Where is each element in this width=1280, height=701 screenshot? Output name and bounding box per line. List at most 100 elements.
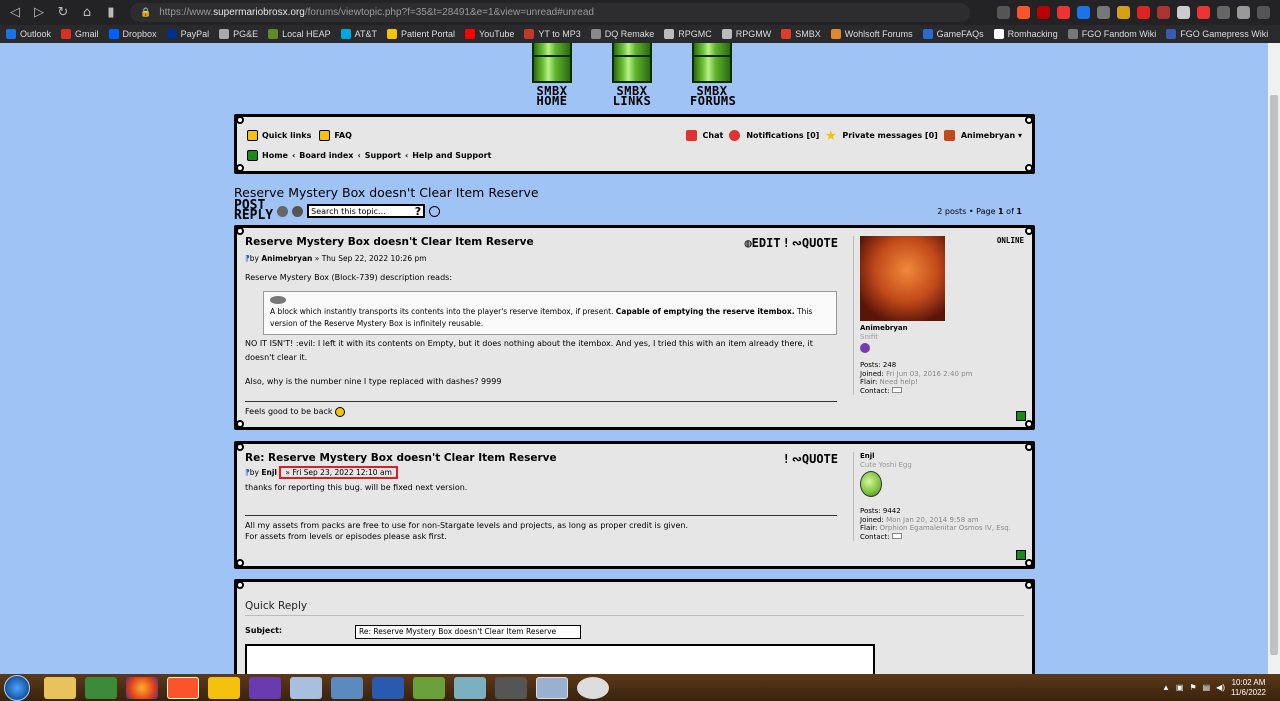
puzzle-icon[interactable] <box>1237 6 1250 19</box>
extension-icon[interactable] <box>1097 6 1110 19</box>
flag-icon[interactable]: ⚑ <box>1189 683 1196 692</box>
bookmark-icon[interactable]: ▮ <box>102 4 120 22</box>
tray-icon[interactable]: ▣ <box>1176 683 1184 692</box>
quote-button[interactable]: ∾QUOTE <box>792 236 838 250</box>
scrollbar-thumb[interactable] <box>1270 95 1278 655</box>
extension-icon[interactable] <box>1077 6 1090 19</box>
search-icon[interactable]: ? <box>415 205 423 218</box>
ublock-icon[interactable] <box>1037 6 1050 19</box>
breadcrumb-help[interactable]: Help and Support <box>412 151 491 160</box>
bookmark-item[interactable]: GameFAQs <box>922 29 984 39</box>
bookmark-item[interactable]: Local HEAP <box>268 29 331 39</box>
extension-icon[interactable] <box>1057 6 1070 19</box>
extension-icon[interactable] <box>1177 6 1190 19</box>
paint-icon[interactable] <box>536 676 568 699</box>
bookmark-item[interactable]: Wohlsoft Forums <box>830 29 913 39</box>
bookmark-item[interactable]: FGO Gamepress Wiki <box>1166 29 1268 39</box>
profile-name[interactable]: Animebryan <box>860 324 1029 333</box>
bookmark-item[interactable]: RPGMW <box>721 29 771 39</box>
clock-app-icon[interactable] <box>577 676 609 699</box>
bookmark-item[interactable]: PayPal <box>166 29 209 39</box>
back-icon[interactable]: ◁ <box>6 4 24 22</box>
chat-link[interactable]: Chat <box>703 131 724 140</box>
report-icon[interactable]: ! <box>783 236 790 250</box>
visual-studio-icon[interactable] <box>249 676 281 699</box>
subject-input[interactable]: Re: Reserve Mystery Box doesn't Clear It… <box>355 625 581 639</box>
back-to-top-icon[interactable] <box>1016 550 1026 560</box>
bookmark-item[interactable]: Outlook <box>6 29 51 39</box>
volume-icon[interactable]: ◀) <box>1216 683 1225 692</box>
extension-icon[interactable] <box>1217 6 1230 19</box>
brave-icon[interactable] <box>167 676 199 699</box>
app-icon[interactable] <box>85 676 117 699</box>
pipe-link-home[interactable]: SMBX HOME <box>530 43 574 107</box>
extension-icon[interactable] <box>1117 6 1130 19</box>
faq-link[interactable]: FAQ <box>334 131 352 140</box>
bookmark-item[interactable]: AT&T <box>340 29 377 39</box>
settings-icon[interactable] <box>292 205 304 217</box>
quick-links[interactable]: Quick links <box>262 131 311 140</box>
breadcrumb-home[interactable]: Home <box>262 151 288 160</box>
avatar[interactable] <box>860 236 945 321</box>
bookmark-item[interactable]: YouTube <box>465 29 514 39</box>
page-scrollbar[interactable] <box>1268 43 1280 674</box>
app-icon[interactable] <box>495 676 527 699</box>
bookmark-item[interactable]: Gmail <box>61 29 99 39</box>
contact-icon[interactable] <box>891 386 902 393</box>
user-menu[interactable]: Animebryan ▾ <box>961 131 1022 140</box>
bookmark-item[interactable]: SMBX <box>781 29 821 39</box>
bookmark-item[interactable]: Romhacking <box>993 29 1058 39</box>
menu-icon[interactable] <box>1257 6 1270 19</box>
reload-icon[interactable]: ↻ <box>54 4 72 22</box>
posts-count[interactable]: 248 <box>883 361 896 369</box>
start-button[interactable] <box>4 674 30 701</box>
bookmark-item[interactable]: PG&E <box>219 29 258 39</box>
avatar[interactable] <box>860 471 882 497</box>
notepad-icon[interactable] <box>413 676 445 699</box>
home-icon[interactable]: ⌂ <box>78 4 96 22</box>
forward-icon[interactable]: ▷ <box>30 4 48 22</box>
extension-icon[interactable] <box>1197 6 1210 19</box>
extension-icon[interactable] <box>1137 6 1150 19</box>
bookmark-item[interactable]: FGO Fandom Wiki <box>1067 29 1156 39</box>
report-icon[interactable]: ! <box>783 452 790 466</box>
breadcrumb-board-index[interactable]: Board index <box>299 151 353 160</box>
post-reply-button[interactable]: POST REPLY <box>234 199 273 222</box>
posts-count[interactable]: 9442 <box>883 507 901 515</box>
brave-shields-icon[interactable] <box>1017 6 1030 19</box>
advanced-search-icon[interactable] <box>429 205 441 217</box>
word-icon[interactable] <box>372 676 404 699</box>
search-topic-input[interactable]: Search this topic... ? <box>307 204 426 218</box>
bookmark-item[interactable]: YT to MP3 <box>524 29 581 39</box>
clock[interactable]: 10:02 AM 11/6/2022 <box>1231 678 1266 698</box>
post-title[interactable]: Re: Reserve Mystery Box doesn't Clear It… <box>245 452 837 464</box>
post-author[interactable]: Animebryan <box>261 254 312 263</box>
address-bar[interactable]: 🔒 https://www. supermariobrosx.org/forums… <box>130 3 970 22</box>
notifications-link[interactable]: Notifications [0] <box>746 131 819 140</box>
extension-icon[interactable] <box>1157 6 1170 19</box>
message-textarea[interactable] <box>245 644 875 674</box>
document-icon[interactable] <box>290 676 322 699</box>
bookmark-item[interactable]: DQ Remake <box>590 29 654 39</box>
post-author[interactable]: Enjl <box>261 468 277 477</box>
quote-button[interactable]: ∾QUOTE <box>792 452 838 466</box>
firefox-icon[interactable] <box>126 676 158 699</box>
share-icon[interactable] <box>997 6 1010 19</box>
bookmark-item[interactable]: Patient Portal <box>387 29 455 39</box>
profile-name[interactable]: Enjl <box>860 452 1029 461</box>
back-to-top-icon[interactable] <box>1016 411 1026 421</box>
bookmark-item[interactable]: Dropbox <box>108 29 157 39</box>
network-icon[interactable] <box>331 676 363 699</box>
app-icon[interactable] <box>454 676 486 699</box>
network-tray-icon[interactable]: ▤ <box>1203 683 1211 692</box>
contact-icon[interactable] <box>891 532 902 539</box>
tools-icon[interactable] <box>277 205 289 217</box>
player-icon[interactable] <box>208 676 240 699</box>
bookmark-item[interactable]: RPGMC <box>664 29 712 39</box>
file-explorer-icon[interactable] <box>44 676 76 699</box>
pipe-link-links[interactable]: SMBX LINKS <box>610 43 654 107</box>
edit-button[interactable]: ◍EDIT <box>744 236 780 250</box>
topic-title[interactable]: Reserve Mystery Box doesn't Clear Item R… <box>234 185 539 200</box>
breadcrumb-support[interactable]: Support <box>365 151 401 160</box>
pipe-link-forums[interactable]: SMBX FORUMS <box>690 43 736 107</box>
